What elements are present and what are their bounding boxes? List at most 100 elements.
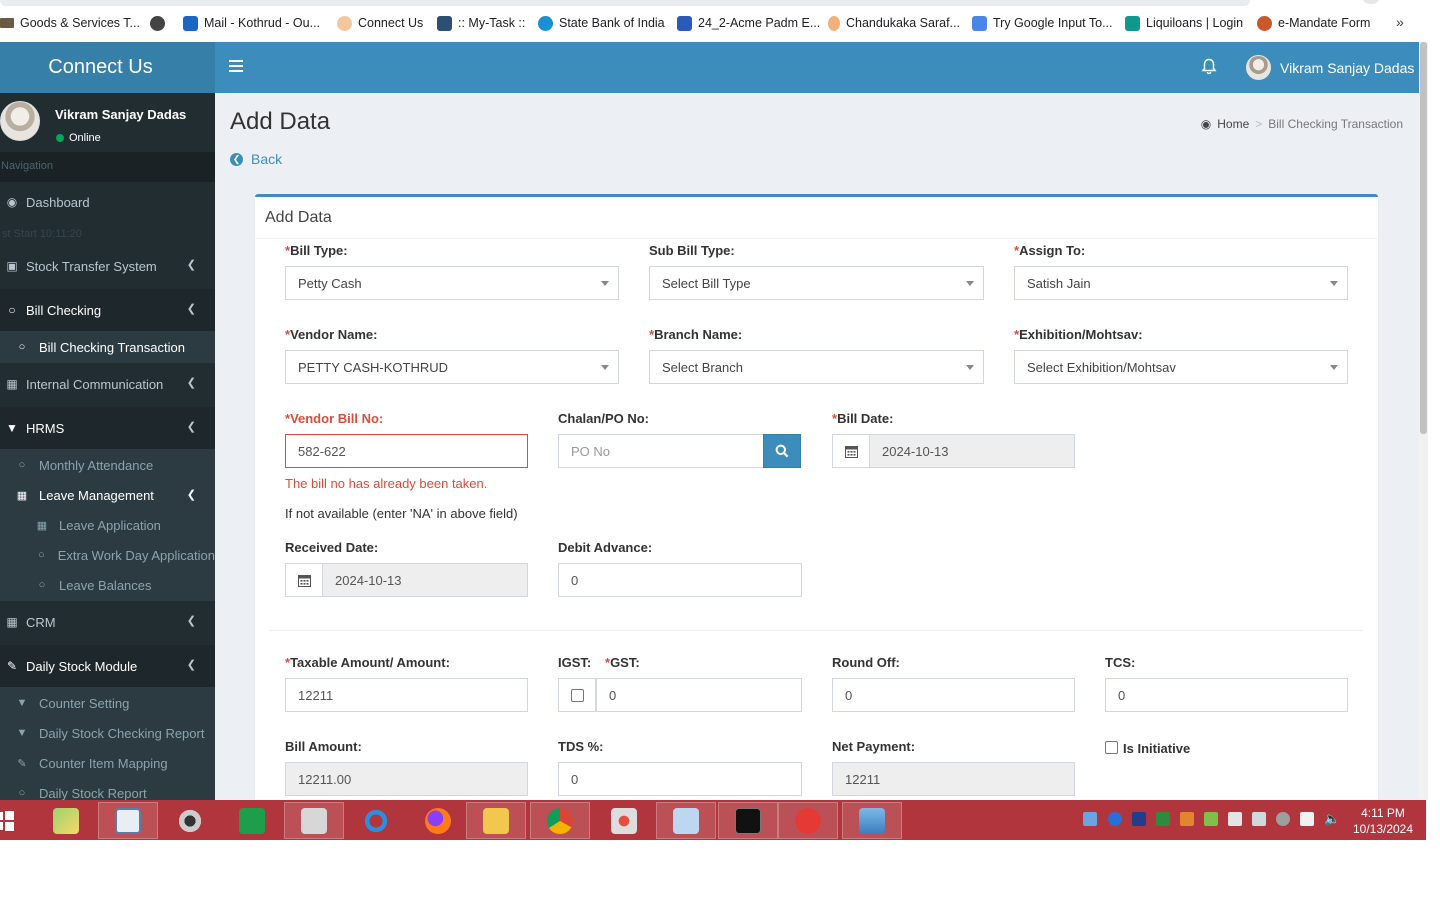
bill-type-select[interactable]: Petty Cash [285, 266, 619, 300]
sidebar-item-crm[interactable]: ▦ CRM ❮ [0, 601, 215, 643]
bookmark-sbi[interactable]: State Bank of India [538, 13, 665, 33]
bookmark-emandate[interactable]: e-Mandate Form [1257, 13, 1370, 33]
bookmark-chandukaka[interactable]: Chandukaka Saraf... [828, 13, 960, 33]
back-link[interactable]: ❮ Back [230, 151, 282, 167]
user-menu-name[interactable]: Vikram Sanjay Dadas [1280, 60, 1414, 76]
calendar-addon [285, 563, 323, 597]
is-initiative-checkbox[interactable] [1105, 741, 1118, 754]
gst-input[interactable]: 0 [596, 678, 802, 712]
taskbar-chrome[interactable] [530, 802, 590, 839]
taskbar-snipping-tool[interactable] [594, 802, 654, 839]
gst-icon [0, 18, 14, 28]
filter-icon: ▼ [16, 727, 28, 739]
vendor-bill-no-label: *Vendor Bill No: [285, 411, 384, 426]
page-scrollbar[interactable] [1419, 42, 1428, 800]
sidebar-item-label: Counter Item Mapping [39, 755, 168, 771]
bluetooth-icon[interactable] [1108, 812, 1122, 826]
avatar[interactable] [1246, 55, 1271, 80]
scrollbar-thumb[interactable] [1420, 42, 1427, 434]
gst-label: *GST: [605, 655, 640, 670]
cloud-icon[interactable] [1083, 812, 1097, 826]
bookmarks-more-button[interactable]: » [1396, 14, 1404, 30]
security-icon[interactable] [1132, 812, 1146, 826]
taskbar-cmd[interactable] [718, 802, 778, 839]
tds-input[interactable]: 0 [558, 762, 802, 796]
check-app-icon[interactable] [1204, 812, 1218, 826]
tcs-input[interactable]: 0 [1105, 678, 1348, 712]
taskbar-vs-app[interactable] [778, 802, 838, 839]
taskbar-calculator[interactable] [656, 802, 716, 839]
photo-viewer-icon [859, 807, 885, 834]
taskbar-firefox[interactable] [408, 802, 468, 839]
sidebar-item-dashboard[interactable]: ◉ Dashboard [0, 181, 215, 223]
sidebar-item-monthly-attendance[interactable]: ○ Monthly Attendance [0, 450, 215, 480]
sidebar-item-label: Bill Checking [26, 302, 102, 318]
orange-app-icon[interactable] [1180, 812, 1194, 826]
round-off-input[interactable]: 0 [832, 678, 1075, 712]
sidebar-item-extra-work-day[interactable]: ○ Extra Work Day Application [0, 540, 215, 570]
exhibition-label: *Exhibition/Mohtsav: [1014, 327, 1143, 342]
bookmark-gst[interactable]: Goods & Services T... [0, 13, 140, 33]
app-tray-icon[interactable] [1300, 812, 1314, 826]
flag-icon[interactable] [1228, 812, 1242, 826]
bookmark-google-input[interactable]: Try Google Input To... [972, 13, 1113, 33]
taskbar-wordpad[interactable] [98, 802, 158, 839]
app-logo[interactable]: Connect Us [0, 42, 215, 93]
taskbar-photo-viewer[interactable] [842, 802, 902, 839]
igst-checkbox-addon [558, 678, 596, 712]
network-icon[interactable] [1252, 812, 1266, 826]
bill-date-input[interactable]: 2024-10-13 [869, 434, 1075, 468]
taskbar-sticky-notes[interactable] [36, 802, 96, 839]
taskbar-file-explorer[interactable] [466, 802, 526, 839]
exhibition-select[interactable]: Select Exhibition/Mohtsav [1014, 350, 1348, 384]
sidebar-item-leave-balances[interactable]: ○ Leave Balances [0, 570, 215, 600]
po-search-button[interactable] [763, 434, 801, 468]
taskbar-ie[interactable] [346, 802, 406, 839]
bill-date-label: *Bill Date: [832, 411, 894, 426]
bookmark-acme[interactable]: 24_2-Acme Padm E... [677, 13, 820, 33]
bookmark-mail[interactable]: Mail - Kothrud - Ou... [183, 13, 320, 33]
taskbar-webcam[interactable] [160, 802, 220, 839]
sidebar-item-counter-setting[interactable]: ▼ Counter Setting [0, 688, 215, 718]
chalan-po-input[interactable]: PO No [558, 434, 764, 468]
menu-toggle-icon[interactable] [229, 60, 243, 72]
vendor-name-select[interactable]: PETTY CASH-KOTHRUD [285, 350, 619, 384]
command-prompt-icon [735, 807, 761, 834]
disc-icon[interactable] [1276, 812, 1290, 826]
sidebar-item-hrms[interactable]: ▼ HRMS ❮ [0, 407, 215, 449]
breadcrumb-home[interactable]: Home [1217, 117, 1249, 131]
sidebar-item-leave-management[interactable]: ▦ Leave Management ❮ [0, 480, 215, 510]
taskbar-printer[interactable] [284, 802, 344, 839]
word-pad-icon [115, 807, 141, 834]
sidebar-item-internal-communication[interactable]: ▦ Internal Communication ❮ [0, 363, 215, 405]
assign-to-select[interactable]: Satish Jain [1014, 266, 1348, 300]
bell-icon[interactable] [1201, 58, 1217, 76]
vendor-bill-no-input[interactable]: 582-622 [285, 434, 528, 468]
sidebar-item-label: Daily Stock Module [26, 658, 138, 674]
taskbar-clock[interactable]: 4:11 PM 10/13/2024 [1350, 805, 1416, 837]
sidebar-item-leave-application[interactable]: ▦ Leave Application [0, 510, 215, 540]
sub-bill-type-select[interactable]: Select Bill Type [649, 266, 984, 300]
bookmark-mytask[interactable]: :: My-Task :: [437, 13, 525, 33]
sidebar-item-daily-stock-checking-report[interactable]: ▼ Daily Stock Checking Report [0, 718, 215, 748]
green-app-icon[interactable] [1156, 812, 1170, 826]
igst-checkbox[interactable] [570, 688, 584, 702]
branch-name-select[interactable]: Select Branch [649, 350, 984, 384]
bookmark-globe[interactable] [150, 13, 165, 33]
sidebar-item-bill-checking[interactable]: ○ Bill Checking ❮ [0, 289, 215, 331]
debit-advance-input[interactable]: 0 [558, 563, 802, 597]
windows-start-button[interactable] [0, 802, 26, 839]
taxable-amount-input[interactable]: 12211 [285, 678, 528, 712]
sidebar-item-stock-transfer[interactable]: ▣ Stock Transfer System ❮ [0, 245, 215, 287]
sidebar-item-daily-stock-report[interactable]: ○ Daily Stock Report [0, 778, 215, 801]
windows-start-icon [0, 810, 14, 831]
sidebar-item-counter-item-mapping[interactable]: ✎ Counter Item Mapping [0, 748, 215, 778]
received-date-input[interactable]: 2024-10-13 [322, 563, 528, 597]
bookmark-connect-us[interactable]: Connect Us [337, 13, 423, 33]
sidebar-item-daily-stock-module[interactable]: ✎ Daily Stock Module ❮ [0, 645, 215, 687]
bookmark-liquiloans[interactable]: Liquiloans | Login [1125, 13, 1243, 33]
taskbar-excel[interactable] [222, 802, 282, 839]
volume-icon[interactable]: 🔈 [1324, 812, 1340, 826]
circle-icon: ○ [18, 787, 26, 799]
sidebar-item-bill-checking-transaction[interactable]: ○ Bill Checking Transaction [0, 332, 215, 362]
